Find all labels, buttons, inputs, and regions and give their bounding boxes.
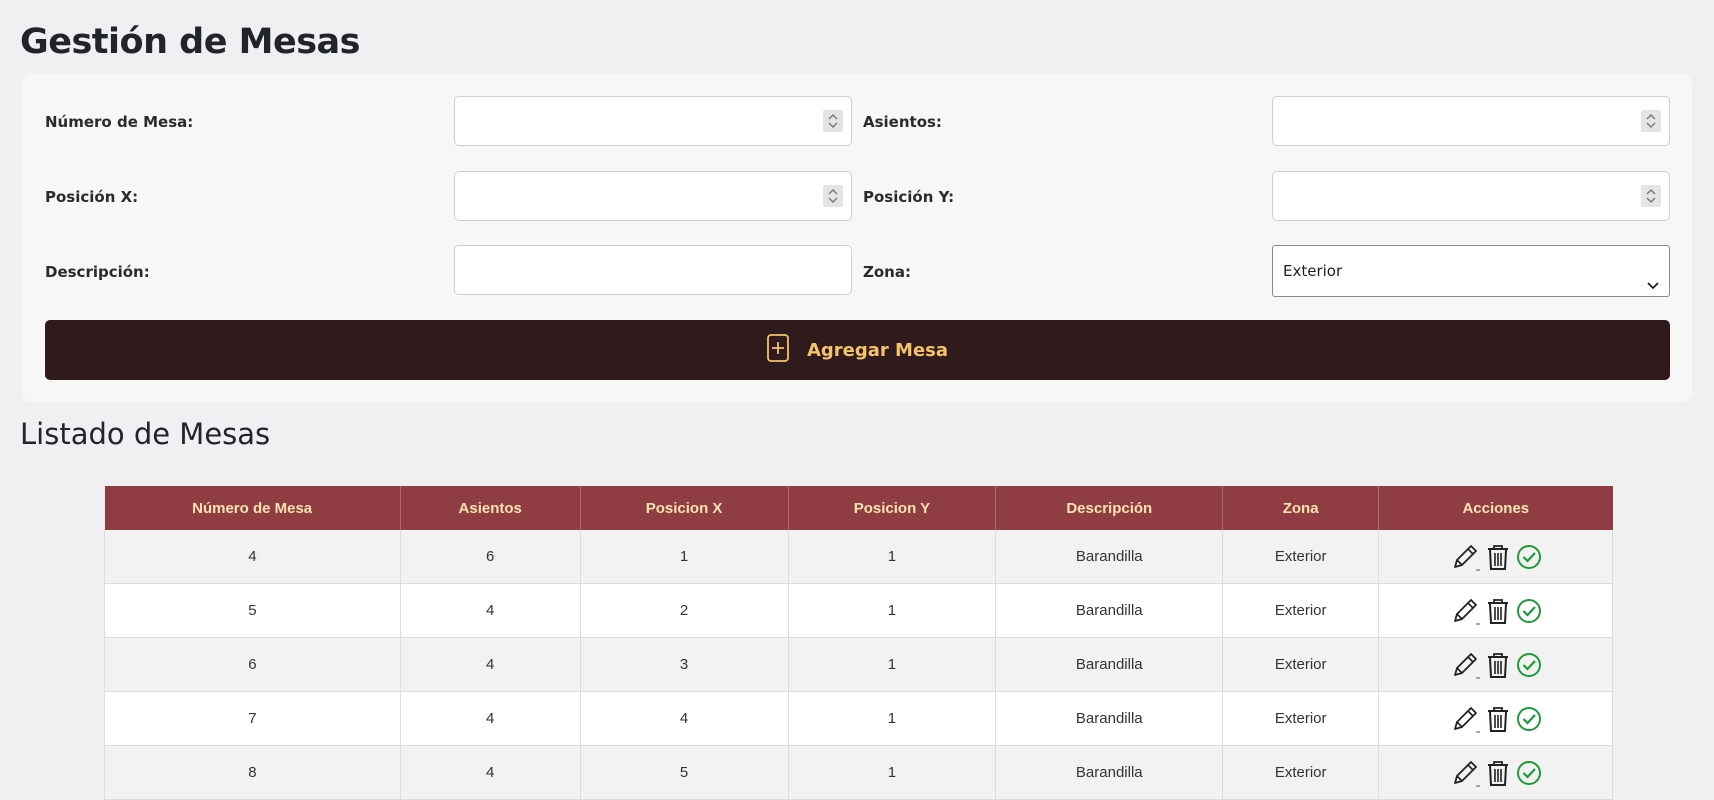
descripcion-input[interactable]	[454, 245, 852, 295]
table-cell: Barandilla	[995, 637, 1224, 692]
table-header-row: Número de Mesa Asientos Posicion X Posic…	[104, 486, 1613, 530]
table-cell: Exterior	[1222, 745, 1380, 800]
table-cell: Exterior	[1222, 637, 1380, 692]
actions-cell	[1378, 691, 1613, 746]
asientos-input[interactable]	[1272, 96, 1670, 146]
add-table-button[interactable]: Agregar Mesa	[45, 320, 1670, 380]
numero-label: Número de Mesa:	[45, 113, 194, 131]
trash-icon[interactable]	[1486, 759, 1510, 787]
col-header: Número de Mesa	[104, 486, 401, 530]
table-cell: 1	[788, 530, 997, 584]
descripcion-label: Descripción:	[45, 263, 150, 281]
col-header: Posicion Y	[788, 486, 997, 530]
table-cell: 1	[788, 745, 997, 800]
trash-icon[interactable]	[1486, 705, 1510, 733]
trash-icon[interactable]	[1486, 543, 1510, 571]
zona-select[interactable]: Exterior	[1272, 245, 1670, 297]
table-cell: 2	[580, 583, 789, 638]
table-cell: 6	[104, 637, 401, 692]
trash-icon[interactable]	[1486, 597, 1510, 625]
table-cell: 4	[400, 583, 581, 638]
table-cell: Exterior	[1222, 530, 1380, 584]
table-row: 6 4 3 1 Barandilla Exterior	[104, 637, 1613, 692]
table-cell: Barandilla	[995, 745, 1224, 800]
actions-cell	[1378, 637, 1613, 692]
col-header: Asientos	[400, 486, 581, 530]
table-cell: 7	[104, 691, 401, 746]
table-row: 5 4 2 1 Barandilla Exterior	[104, 583, 1613, 638]
numero-input[interactable]	[454, 96, 852, 146]
posx-input[interactable]	[454, 171, 852, 221]
table-cell: 4	[580, 691, 789, 746]
page-title: Gestión de Mesas	[20, 22, 361, 62]
table-row: 7 4 4 1 Barandilla Exterior	[104, 691, 1613, 746]
table-row: 4 6 1 1 Barandilla Exterior	[104, 530, 1613, 584]
trash-icon[interactable]	[1486, 651, 1510, 679]
posx-spinner[interactable]	[823, 185, 843, 207]
table-cell: 1	[788, 583, 997, 638]
table-cell: Barandilla	[995, 583, 1224, 638]
asientos-spinner[interactable]	[1641, 110, 1661, 132]
actions-cell	[1378, 530, 1613, 584]
col-header: Acciones	[1378, 486, 1613, 530]
pencil-icon[interactable]	[1450, 758, 1480, 788]
table-cell: 1	[580, 530, 789, 584]
add-table-label: Agregar Mesa	[806, 339, 949, 361]
table-cell: 5	[580, 745, 789, 800]
table-cell: 8	[104, 745, 401, 800]
table-cell: 5	[104, 583, 401, 638]
posx-label: Posición X:	[45, 188, 139, 206]
table-cell: 4	[104, 530, 401, 584]
check-circle-icon[interactable]	[1516, 652, 1542, 678]
table-cell: Barandilla	[995, 691, 1224, 746]
check-circle-icon[interactable]	[1516, 760, 1542, 786]
check-circle-icon[interactable]	[1516, 598, 1542, 624]
table-cell: 3	[580, 637, 789, 692]
col-header: Posicion X	[580, 486, 789, 530]
check-circle-icon[interactable]	[1516, 706, 1542, 732]
pencil-icon[interactable]	[1450, 596, 1480, 626]
numero-spinner[interactable]	[823, 110, 843, 132]
posy-label: Posición Y:	[863, 188, 955, 206]
list-title: Listado de Mesas	[20, 417, 271, 451]
pencil-icon[interactable]	[1450, 704, 1480, 734]
table-cell: Exterior	[1222, 583, 1380, 638]
table-cell: 4	[400, 637, 581, 692]
actions-cell	[1378, 583, 1613, 638]
actions-cell	[1378, 745, 1613, 800]
pencil-icon[interactable]	[1450, 542, 1480, 572]
table-cell: 4	[400, 745, 581, 800]
asientos-label: Asientos:	[863, 113, 942, 131]
table-cell: 6	[400, 530, 581, 584]
table-cell: 1	[788, 691, 997, 746]
zona-selected-value: Exterior	[1283, 262, 1343, 280]
table-row: 8 4 5 1 Barandilla Exterior	[104, 745, 1613, 800]
table-cell: Exterior	[1222, 691, 1380, 746]
tables-list: Número de Mesa Asientos Posicion X Posic…	[104, 486, 1613, 800]
chevron-down-icon	[1645, 263, 1661, 313]
check-circle-icon[interactable]	[1516, 544, 1542, 570]
pencil-icon[interactable]	[1450, 650, 1480, 680]
zona-label: Zona:	[863, 263, 911, 281]
table-cell: Barandilla	[995, 530, 1224, 584]
table-cell: 4	[400, 691, 581, 746]
col-header: Zona	[1222, 486, 1380, 530]
plus-square-icon	[767, 333, 789, 367]
posy-spinner[interactable]	[1641, 185, 1661, 207]
col-header: Descripción	[995, 486, 1224, 530]
posy-input[interactable]	[1272, 171, 1670, 221]
table-cell: 1	[788, 637, 997, 692]
